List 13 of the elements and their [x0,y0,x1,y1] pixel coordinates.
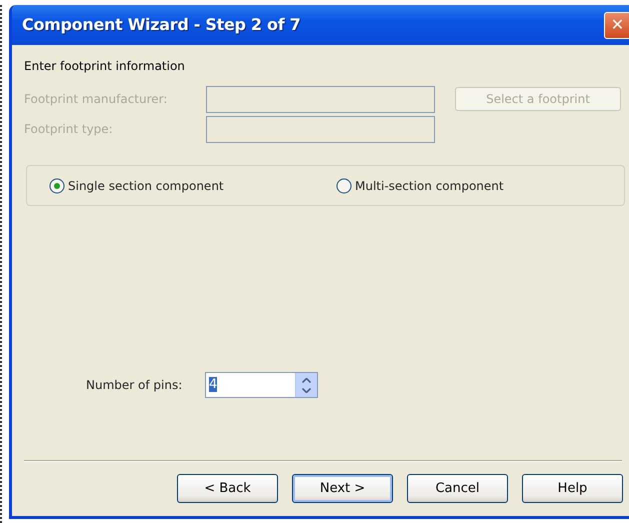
wizard-button[interactable]: Cancel [407,474,508,503]
radio-label[interactable]: Single section component [68,176,224,194]
wizard-button[interactable]: < Back [177,474,278,503]
field-label: Footprint type: [24,121,114,138]
wizard-button[interactable]: Help [522,474,623,503]
radio-button[interactable] [336,178,352,194]
window-title: Component Wizard - Step 2 of 7 [22,14,300,36]
field-label: Footprint manufacturer: [24,91,168,108]
wizard-button[interactable]: Next > [292,474,393,503]
pins-label: Number of pins: [86,377,184,394]
section-heading: Enter footprint information [24,58,186,75]
radio-button[interactable] [49,178,65,194]
radio-label[interactable]: Multi-section component [355,176,504,194]
